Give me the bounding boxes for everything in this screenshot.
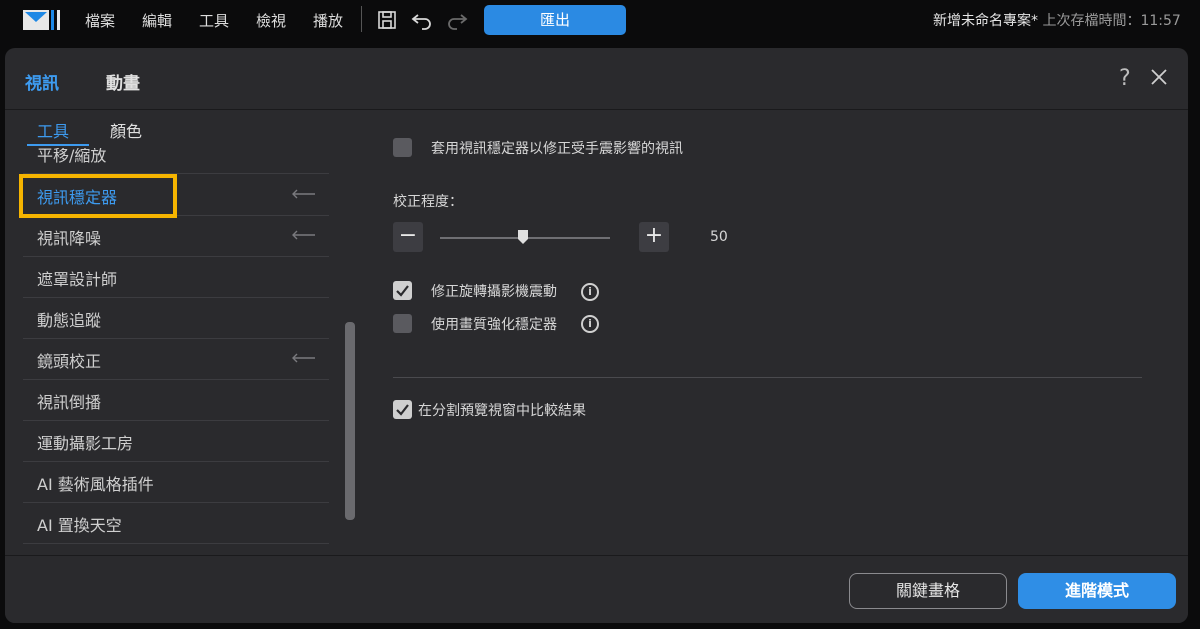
fix-rolling-shutter-label: 修正旋轉攝影機震動 — [431, 284, 557, 300]
tool-item-mask-designer[interactable]: 遮罩設計師 — [23, 256, 329, 298]
menu-bar: 檔案 編輯 工具 檢視 播放 匯出 新增未命名專案* 上次存檔時間：11:57 — [0, 0, 1200, 40]
correction-level-label: 校正程度： — [393, 194, 463, 210]
dialog-header: 視訊 動畫 ? — [5, 48, 1188, 110]
tool-item-label: 鏡頭校正 — [37, 352, 102, 371]
compare-split-preview-checkbox[interactable] — [393, 400, 412, 419]
menu-view[interactable]: 檢視 — [256, 10, 286, 31]
subtab-active-indicator — [27, 144, 89, 146]
last-saved-time: 上次存檔時間：11:57 — [1042, 13, 1181, 29]
close-icon[interactable] — [1148, 66, 1170, 88]
undo-icon[interactable] — [410, 8, 434, 32]
tool-item-action-camera[interactable]: 運動攝影工房 — [23, 420, 329, 462]
tool-item-label: 平移/縮放 — [37, 148, 107, 165]
tool-item-ai-art-style[interactable]: AI 藝術風格插件 — [23, 461, 329, 503]
apply-stabilizer-label: 套用視訊穩定器以修正受手震影響的視訊 — [431, 141, 683, 157]
compare-split-preview-label: 在分割預覽視窗中比較結果 — [418, 403, 586, 419]
project-status: 新增未命名專案* 上次存檔時間：11:57 — [933, 10, 1181, 30]
info-icon[interactable]: i — [581, 283, 599, 301]
tool-item-label: AI 置換天空 — [37, 516, 122, 535]
decrease-button[interactable]: − — [393, 222, 423, 252]
redo-icon[interactable] — [445, 8, 469, 32]
app-logo-icon — [23, 10, 60, 30]
tool-item-video-reverse[interactable]: 視訊倒播 — [23, 379, 329, 421]
enhanced-stabilizer-label: 使用畫質強化穩定器 — [431, 317, 557, 333]
save-icon[interactable] — [375, 8, 399, 32]
advanced-mode-button[interactable]: 進階模式 — [1018, 573, 1176, 609]
menu-file[interactable]: 檔案 — [85, 10, 115, 31]
menu-tools[interactable]: 工具 — [199, 10, 229, 31]
correction-value: 50 — [710, 229, 728, 245]
tools-dialog: 視訊 動畫 ? 工具 顏色 平移/縮放 視訊穩定器 視訊降噪 遮罩設計師 動態追… — [5, 48, 1188, 623]
tool-item-lens-correction[interactable]: 鏡頭校正 — [23, 338, 329, 380]
tool-item-label: 視訊降噪 — [37, 229, 102, 248]
increase-button[interactable]: + — [639, 222, 669, 252]
menu-play[interactable]: 播放 — [313, 10, 343, 31]
tool-item-ai-sky-replace[interactable]: AI 置換天空 — [23, 502, 329, 544]
tab-video[interactable]: 視訊 — [25, 69, 59, 94]
help-icon[interactable]: ? — [1119, 66, 1131, 91]
info-icon[interactable]: i — [581, 315, 599, 333]
tool-item-video-denoise[interactable]: 視訊降噪 — [23, 215, 329, 257]
dialog-footer: 關鍵畫格 進階模式 — [5, 555, 1188, 623]
tool-item-label: 動態追蹤 — [37, 311, 102, 330]
reset-icon[interactable] — [291, 351, 317, 367]
keyframe-button[interactable]: 關鍵畫格 — [849, 573, 1007, 609]
subtab-color[interactable]: 顏色 — [110, 118, 142, 142]
section-divider — [393, 377, 1142, 378]
tool-item-label: 遮罩設計師 — [37, 270, 118, 289]
menu-separator — [361, 6, 362, 32]
enhanced-stabilizer-checkbox[interactable] — [393, 314, 412, 333]
project-title: 新增未命名專案* — [933, 13, 1038, 29]
tool-item-motion-tracking[interactable]: 動態追蹤 — [23, 297, 329, 339]
tab-animation[interactable]: 動畫 — [106, 69, 140, 94]
fix-rolling-shutter-checkbox[interactable] — [393, 281, 412, 300]
tool-item-label: 運動攝影工房 — [37, 434, 134, 453]
tool-item-label: 視訊倒播 — [37, 393, 102, 412]
reset-icon[interactable] — [291, 187, 317, 203]
export-button[interactable]: 匯出 — [484, 5, 626, 35]
menu-edit[interactable]: 編輯 — [142, 10, 172, 31]
slider-thumb[interactable] — [518, 230, 528, 244]
apply-stabilizer-checkbox[interactable] — [393, 138, 412, 157]
tool-item-pan-zoom[interactable]: 平移/縮放 — [23, 148, 329, 174]
highlight-box — [19, 174, 177, 218]
reset-icon[interactable] — [291, 228, 317, 244]
tool-item-label: AI 藝術風格插件 — [37, 475, 154, 494]
tool-list-scrollbar[interactable] — [345, 322, 355, 520]
subtab-tools[interactable]: 工具 — [37, 118, 69, 142]
